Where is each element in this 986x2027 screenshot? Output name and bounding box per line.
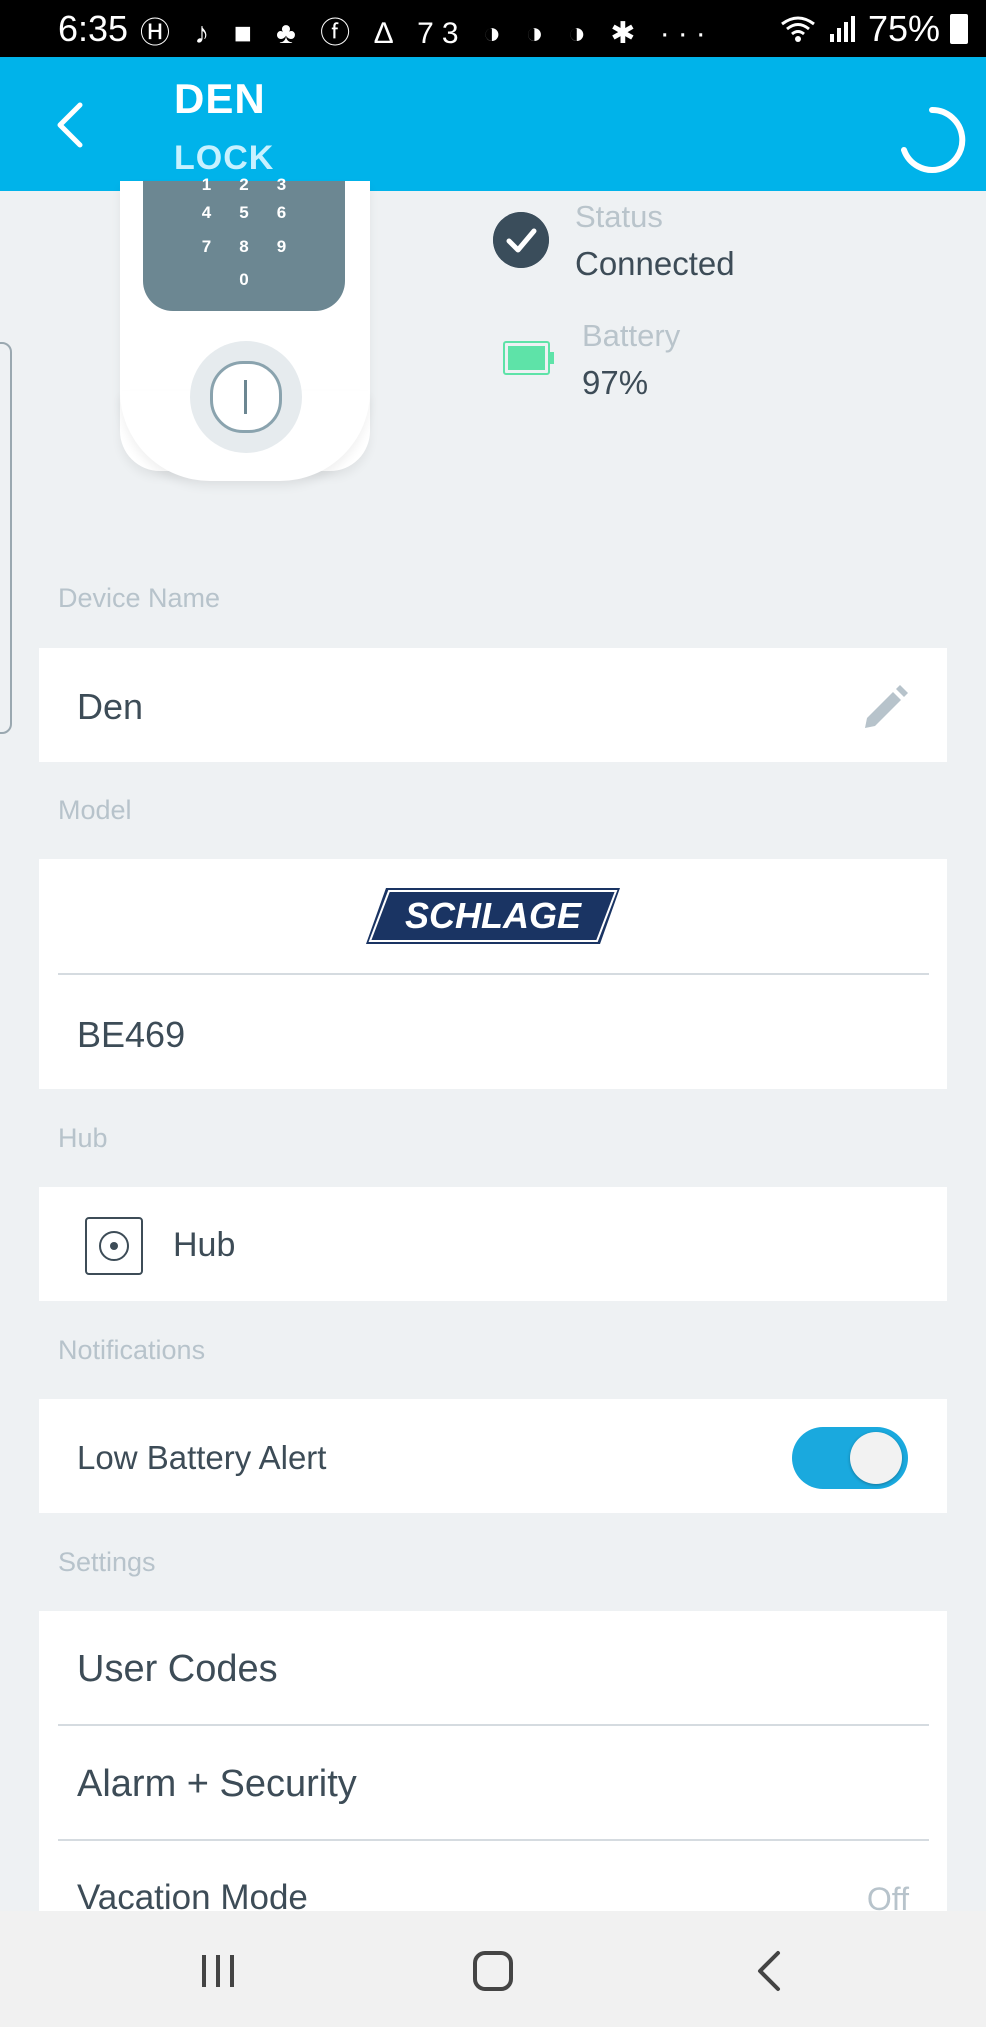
settings-item-user-codes[interactable]: User Codes: [39, 1611, 947, 1725]
system-status-bar: 6:35 Ⓗ ♪ ■ ♣ ⓕ ∆ 73 ◑ ◑ ◑ ✱ ··· 75%: [0, 0, 986, 57]
battery-label: Battery: [582, 318, 681, 353]
section-label-model: Model: [58, 795, 132, 825]
schlage-logo: SCHLAGE: [366, 888, 620, 944]
device-overview: 1 2 3 4 5 6 7 8 9 0 Status Connected Bat…: [0, 175, 986, 551]
check-icon: [493, 212, 549, 268]
signal-icon: [829, 16, 855, 42]
low-battery-alert-label: Low Battery Alert: [77, 1439, 327, 1476]
wifi-icon: [781, 16, 815, 42]
section-label-hub: Hub: [58, 1123, 108, 1153]
toggle-thumb: [850, 1432, 902, 1484]
keypad-key: 2: [239, 175, 249, 194]
hub-icon: [85, 1217, 143, 1275]
recents-icon[interactable]: [188, 1941, 248, 2001]
divider: [58, 973, 929, 975]
home-icon[interactable]: [463, 1941, 523, 2001]
status-value: Connected: [575, 245, 735, 282]
keypad-key: 1: [201, 175, 212, 194]
page-subtitle: LOCK: [174, 139, 275, 177]
back-arrow-icon[interactable]: [42, 95, 102, 155]
app-header: DEN LOCK: [0, 57, 986, 191]
settings-item-alarm-security[interactable]: Alarm + Security: [39, 1726, 947, 1840]
lock-keypad-image: 1 2 3 4 5 6 7 8 9 0: [143, 175, 345, 311]
pencil-icon[interactable]: [859, 680, 909, 730]
system-indicators: 75%: [778, 8, 968, 50]
loading-spinner-icon: [901, 106, 966, 173]
keypad-key: 3: [276, 175, 287, 194]
keypad-key: 9: [276, 237, 287, 256]
vacation-mode-status: Off: [866, 1881, 909, 1911]
keypad-key: 4: [201, 203, 212, 222]
clock: 6:35: [58, 8, 129, 49]
page-title: DEN: [174, 75, 266, 122]
keypad-key: 0: [239, 270, 249, 289]
settings-card: User Codes Alarm + Security Vacation Mod…: [39, 1611, 947, 1911]
notification-icons: Ⓗ ♪ ■ ♣ ⓕ ∆ 73 ◑ ◑ ◑ ✱ ···: [140, 17, 714, 50]
keypad-key: 8: [239, 237, 249, 256]
section-label-settings: Settings: [58, 1547, 156, 1577]
system-battery-icon: [950, 14, 968, 44]
keypad-key: 6: [276, 203, 287, 222]
section-label-device-name: Device Name: [58, 583, 221, 613]
battery-percent: 75%: [867, 8, 940, 49]
low-battery-alert-row: Low Battery Alert: [39, 1399, 947, 1513]
section-label-notifications: Notifications: [58, 1335, 206, 1365]
keyhole-icon: [210, 361, 282, 433]
nav-back-icon[interactable]: [740, 1941, 800, 2001]
model-card: SCHLAGE BE469: [39, 859, 947, 1089]
hub-value: Hub: [173, 1226, 236, 1264]
settings-item-label: User Codes: [77, 1648, 278, 1690]
low-battery-alert-toggle[interactable]: [792, 1427, 908, 1489]
lock-knob-image: [190, 341, 302, 453]
battery-value: 97%: [582, 364, 649, 401]
device-name-row[interactable]: Den: [39, 648, 947, 762]
model-value: BE469: [77, 1014, 186, 1055]
device-name-value: Den: [77, 686, 144, 727]
status-label: Status: [575, 199, 663, 234]
hub-row[interactable]: Hub: [39, 1187, 947, 1301]
system-navigation-bar: [0, 1911, 986, 2027]
settings-item-vacation-mode[interactable]: Vacation Mode Off: [39, 1841, 947, 1911]
keypad-key: 5: [239, 203, 249, 222]
settings-item-label: Vacation Mode: [77, 1878, 308, 1911]
hub-icon-dot: [110, 1242, 118, 1250]
schlage-logo-text: SCHLAGE: [405, 895, 582, 936]
keypad-key: 7: [201, 237, 212, 256]
settings-item-label: Alarm + Security: [77, 1763, 357, 1805]
battery-icon: [503, 341, 554, 375]
